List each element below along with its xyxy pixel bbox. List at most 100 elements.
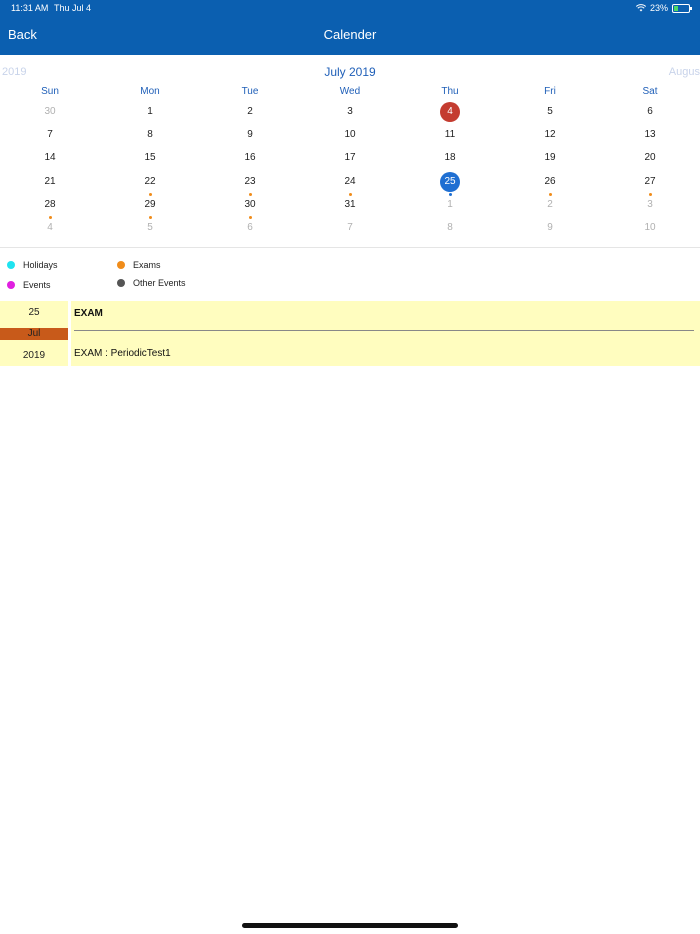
- calendar-day[interactable]: 7: [300, 217, 400, 240]
- calendar-day[interactable]: 28: [0, 194, 100, 219]
- calendar-day[interactable]: 31: [300, 194, 400, 217]
- calendar-day[interactable]: 10: [600, 217, 700, 240]
- calendar-day-number: 3: [347, 106, 353, 117]
- calendar-day-selected[interactable]: 25: [400, 171, 500, 196]
- calendar-day[interactable]: 21: [0, 171, 100, 194]
- legend-other-events-label: Other Events: [133, 278, 186, 288]
- calendar-day[interactable]: 14: [0, 147, 100, 170]
- event-day: 25: [28, 307, 40, 318]
- holidays-color-dot: [7, 261, 15, 269]
- calendar-day-number: 3: [647, 198, 653, 210]
- calendar-day[interactable]: 1: [400, 194, 500, 217]
- calendar-day-number: 10: [644, 221, 656, 233]
- calendar-day-number: 19: [544, 152, 556, 164]
- calendar-day[interactable]: 6: [200, 217, 300, 240]
- calendar-day-number: 21: [44, 175, 56, 187]
- legend-holidays: Holidays: [7, 260, 58, 270]
- calendar-week-row: 28 29 30 31 1 2 3: [0, 194, 700, 219]
- legend-holidays-label: Holidays: [23, 260, 58, 270]
- calendar-day-number: 13: [644, 129, 656, 141]
- calendar-day[interactable]: 26: [500, 171, 600, 196]
- calendar-day[interactable]: 10: [300, 124, 400, 147]
- calendar-day-number: 18: [444, 152, 456, 164]
- calendar-day[interactable]: 17: [300, 147, 400, 170]
- legend-other-events: Other Events: [117, 278, 186, 288]
- calendar-day-number: 22: [144, 175, 156, 187]
- next-month-label[interactable]: Augus: [669, 66, 700, 78]
- calendar-day-number: 27: [644, 175, 656, 187]
- calendar-day-number: 1: [447, 198, 453, 210]
- calendar-day[interactable]: 29: [100, 194, 200, 219]
- weekday-label: Wed: [339, 86, 361, 97]
- event-content: EXAM EXAM : PeriodicTest1: [71, 301, 700, 366]
- weekday-label: Sat: [642, 86, 658, 97]
- calendar-day[interactable]: 2: [200, 101, 300, 124]
- event-month: Jul: [0, 328, 68, 340]
- calendar-day[interactable]: 3: [300, 101, 400, 124]
- event-card[interactable]: 25 Jul 2019 EXAM EXAM : PeriodicTest1: [0, 301, 700, 366]
- page-title: Calender: [323, 27, 377, 42]
- event-divider: [74, 330, 694, 331]
- calendar-day[interactable]: 30: [0, 101, 100, 124]
- weekday-label: Fri: [544, 86, 556, 97]
- calendar-day-number: 15: [144, 152, 156, 164]
- calendar-divider: [0, 247, 700, 248]
- app-header: 11:31 AM Thu Jul 4 23% Back Calender: [0, 0, 700, 55]
- calendar-day[interactable]: 9: [200, 124, 300, 147]
- calendar-day[interactable]: 5: [500, 101, 600, 124]
- legend-events: Events: [7, 280, 51, 290]
- events-color-dot: [7, 281, 15, 289]
- calendar-day[interactable]: 30: [200, 194, 300, 219]
- calendar-day[interactable]: 12: [500, 124, 600, 147]
- calendar-day[interactable]: 13: [600, 124, 700, 147]
- calendar-day-number: 9: [247, 129, 253, 141]
- calendar-day[interactable]: 4: [0, 217, 100, 240]
- calendar-day-number: 7: [347, 221, 353, 233]
- calendar-day-number: 14: [44, 152, 56, 164]
- calendar-day-number: 9: [547, 221, 553, 233]
- weekday-label: Tue: [241, 86, 259, 97]
- legend-exams-label: Exams: [133, 260, 161, 270]
- battery-percent: 23%: [649, 3, 668, 13]
- calendar-day[interactable]: 7: [0, 124, 100, 147]
- calendar-day[interactable]: 19: [500, 147, 600, 170]
- calendar-day[interactable]: 18: [400, 147, 500, 170]
- calendar-day-number: 30: [44, 106, 56, 117]
- calendar-day-number: 7: [47, 129, 53, 141]
- calendar-day-number: 31: [344, 198, 356, 210]
- calendar-day[interactable]: 5: [100, 217, 200, 240]
- calendar: 2019 July 2019 Augus Sun Mon Tue Wed Thu Fri S…: [0, 57, 700, 247]
- calendar-day[interactable]: 15: [100, 147, 200, 170]
- calendar-day[interactable]: 8: [100, 124, 200, 147]
- legend-events-label: Events: [23, 280, 51, 290]
- status-right: 23%: [635, 3, 692, 13]
- calendar-day-number: 6: [647, 106, 653, 117]
- weekday-header: Sun Mon Tue Wed Thu Fri Sat: [0, 86, 700, 97]
- calendar-day[interactable]: 6: [600, 101, 700, 124]
- calendar-day[interactable]: 27: [600, 171, 700, 196]
- status-bar: 11:31 AM Thu Jul 4 23%: [0, 0, 700, 16]
- calendar-day-number: 20: [644, 152, 656, 164]
- calendar-day[interactable]: 3: [600, 194, 700, 217]
- calendar-day[interactable]: 24: [300, 171, 400, 196]
- calendar-day-number: 16: [244, 152, 256, 164]
- calendar-day[interactable]: 9: [500, 217, 600, 240]
- exams-color-dot: [117, 261, 125, 269]
- calendar-day[interactable]: 8: [400, 217, 500, 240]
- calendar-day-number: 12: [544, 129, 556, 141]
- calendar-day[interactable]: 16: [200, 147, 300, 170]
- calendar-day-today[interactable]: 4: [400, 101, 500, 124]
- calendar-day[interactable]: 2: [500, 194, 600, 217]
- calendar-week-row: 7 8 9 10 11 12 13: [0, 124, 700, 147]
- calendar-day-number: 29: [144, 198, 156, 210]
- calendar-day[interactable]: 23: [200, 171, 300, 196]
- weekday-label: Sun: [41, 86, 59, 97]
- calendar-day[interactable]: 11: [400, 124, 500, 147]
- calendar-day[interactable]: 20: [600, 147, 700, 170]
- calendar-day-number: 2: [547, 198, 553, 210]
- calendar-day[interactable]: 22: [100, 171, 200, 196]
- home-indicator: [242, 923, 458, 928]
- calendar-day[interactable]: 1: [100, 101, 200, 124]
- calendar-week-row: 14 15 16 17 18 19 20: [0, 147, 700, 170]
- current-month-label: July 2019: [324, 65, 376, 79]
